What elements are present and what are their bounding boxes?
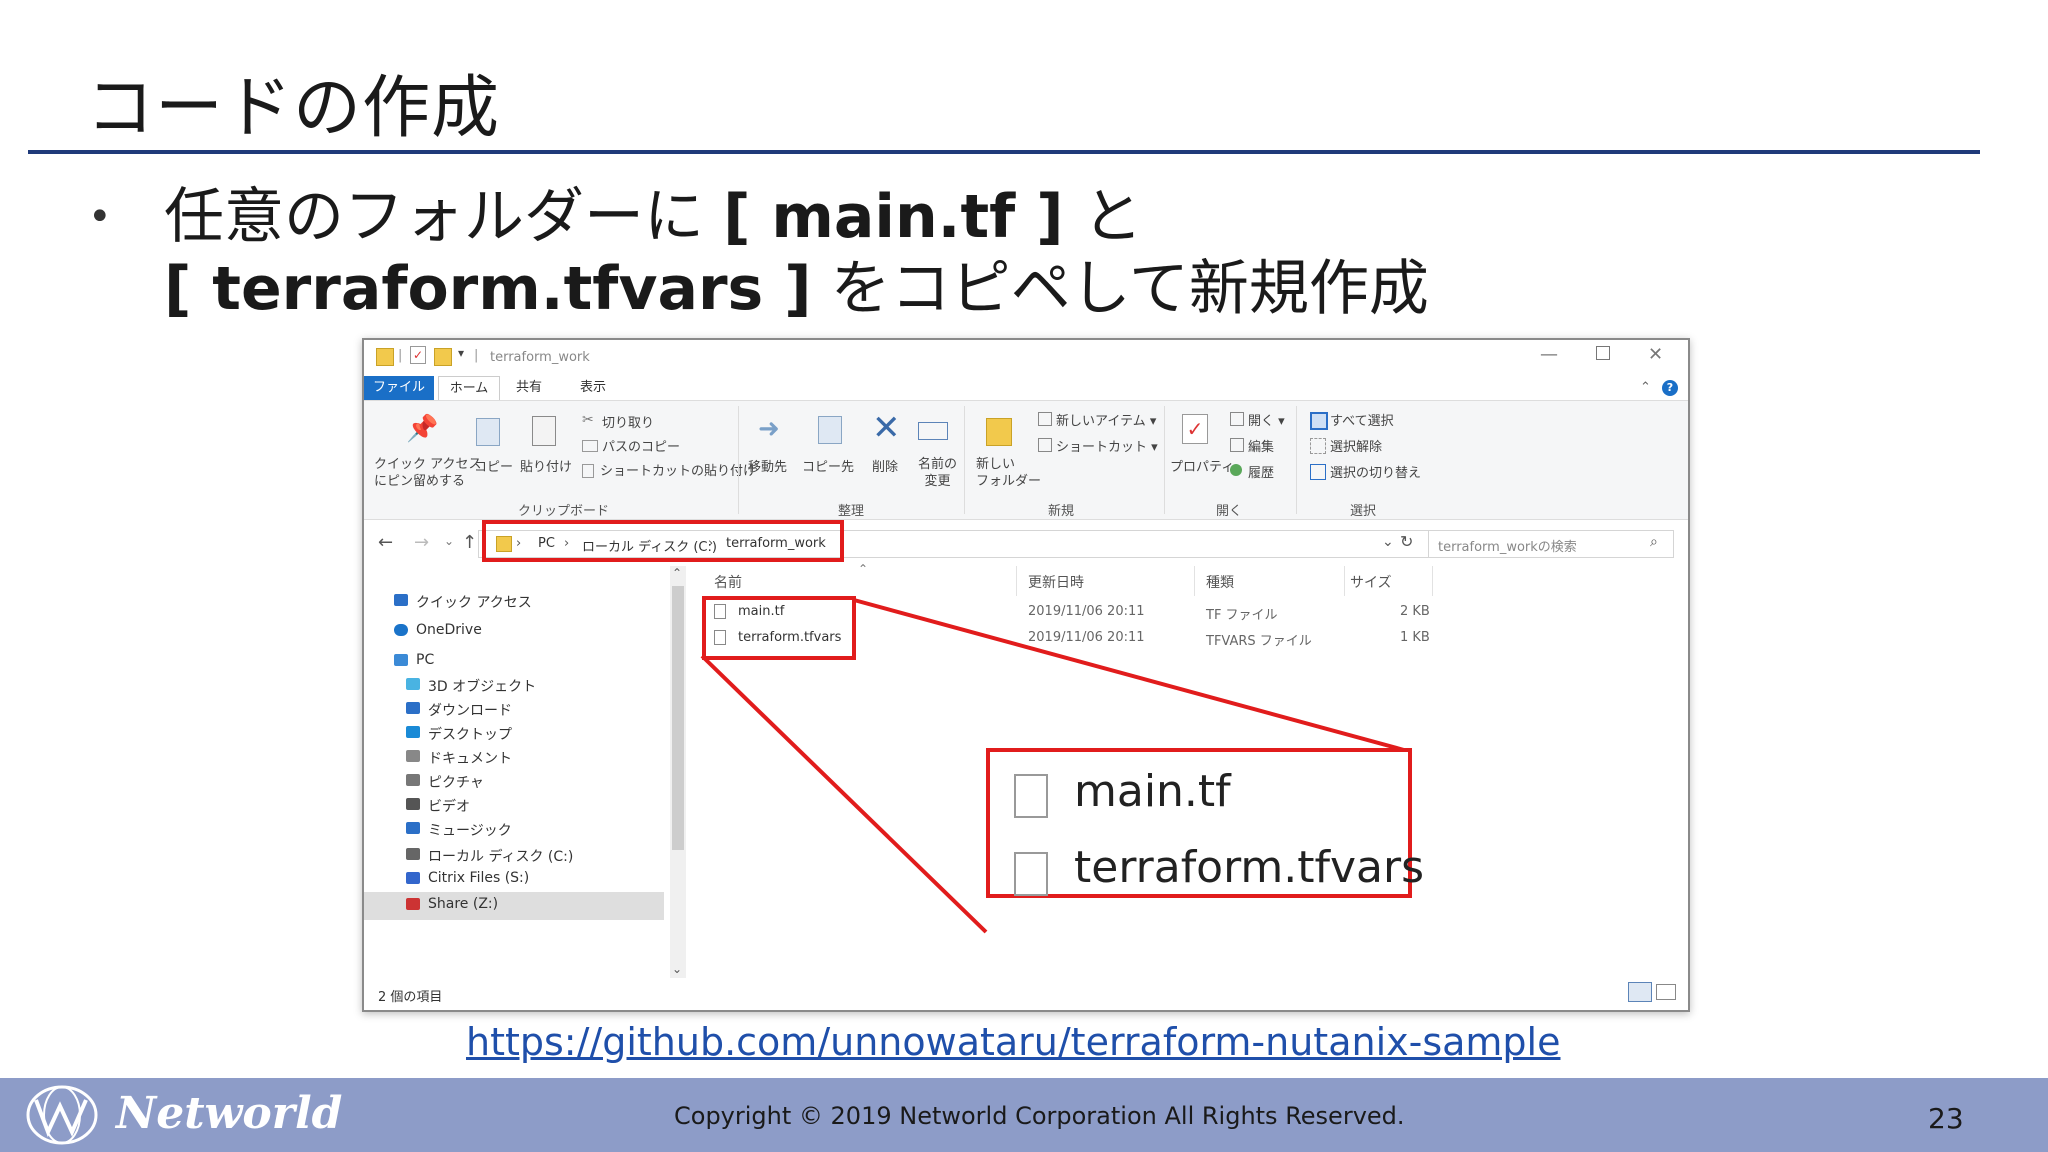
bullet-text: をコピペして新規作成 <box>830 254 1429 324</box>
bullet-icon: • <box>88 194 112 240</box>
page-number: 23 <box>1928 1102 1964 1135</box>
details-view-icon[interactable] <box>1628 982 1652 1002</box>
file-explorer-window: | ✓ ▾ | terraform_work — ✕ ファイル ホーム 共有 表… <box>362 338 1690 1012</box>
slide-title: コードの作成 <box>86 69 501 148</box>
zoom-file-name-tfvars: terraform.tfvars <box>1074 842 1425 893</box>
bullet-filename-tfvars: [ terraform.tfvars ] <box>164 254 812 324</box>
status-bar-item-count: 2 個の項目 <box>378 990 443 1005</box>
callout-lines <box>700 598 1405 934</box>
networld-logo-icon <box>26 1085 98 1145</box>
zoom-file-icon <box>1014 852 1048 896</box>
github-link[interactable]: https://github.com/unnowataru/terraform-… <box>466 1020 1561 1064</box>
copyright-text: Copyright © 2019 Networld Corporation Al… <box>674 1102 1405 1130</box>
bullet-line-2: [ terraform.tfvars ] をコピペして新規作成 <box>164 240 1429 327</box>
large-icons-view-icon[interactable] <box>1656 984 1676 1000</box>
brand-name: Networld <box>116 1088 343 1139</box>
zoom-file-icon <box>1014 774 1048 818</box>
title-divider <box>28 150 1980 154</box>
zoom-file-name-main: main.tf <box>1074 766 1231 817</box>
